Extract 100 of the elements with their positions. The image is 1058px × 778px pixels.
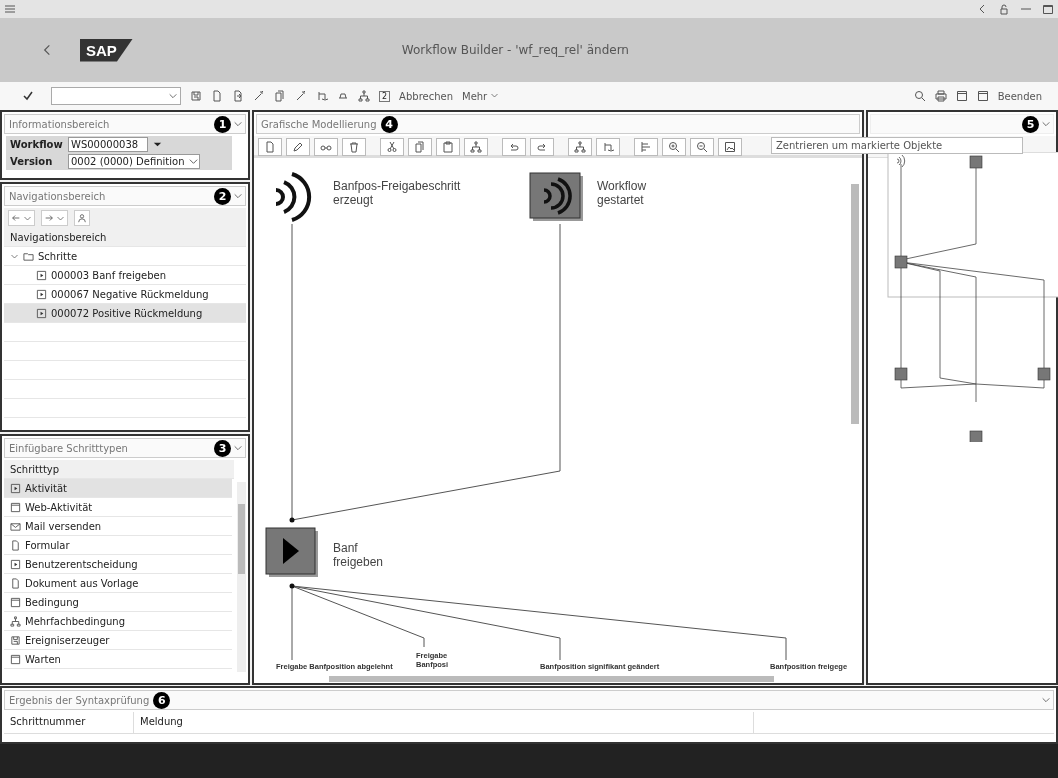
junction-dot — [289, 517, 295, 523]
center-button[interactable]: Zentrieren um markierte Objekte — [771, 137, 1023, 154]
junction-dot — [289, 583, 295, 589]
arrow-left-icon — [11, 213, 21, 223]
logo: SAP — [80, 38, 133, 62]
activity-icon[interactable] — [265, 527, 318, 577]
document-icon — [10, 539, 21, 551]
field-label: Version — [10, 156, 54, 167]
save-icon — [190, 90, 202, 102]
event-box-icon[interactable] — [529, 172, 583, 221]
tool-button[interactable] — [502, 138, 526, 156]
step-type-item[interactable]: Mail versenden — [4, 517, 232, 536]
step-icon — [36, 307, 47, 319]
column-header: Schritttyp — [10, 463, 60, 475]
step-type-item[interactable]: Web-Aktivität — [4, 498, 232, 517]
toolbar-button[interactable]: Abbrechen — [399, 90, 453, 102]
number-key[interactable]: 2 — [379, 90, 391, 102]
menu-icon — [4, 3, 16, 15]
tool-button[interactable] — [436, 138, 460, 156]
node-label: Banfpos-Freigabeschritt erzeugt — [333, 179, 461, 207]
lock-icon — [998, 3, 1010, 15]
trash-icon — [348, 141, 360, 153]
chevron-down-icon — [233, 191, 243, 201]
input-field[interactable]: WS00000038 — [68, 137, 148, 152]
step-type-item[interactable]: Benutzerentscheidung — [4, 555, 232, 574]
chevron-down-icon — [1041, 695, 1051, 705]
tool-button[interactable] — [380, 138, 404, 156]
step-icon — [10, 558, 21, 570]
person-button[interactable] — [74, 210, 90, 226]
window-icon — [10, 596, 21, 608]
step-type-item[interactable]: Formular — [4, 536, 232, 555]
event-icon[interactable] — [275, 172, 312, 222]
chevron-down-icon — [1041, 119, 1051, 129]
window-icon — [10, 501, 21, 513]
step-type-item[interactable]: Mehrfachbedingung — [4, 612, 232, 631]
hierarchy-icon — [358, 90, 370, 102]
tool-button[interactable] — [718, 138, 742, 156]
tool-button[interactable] — [464, 138, 488, 156]
tool-button[interactable] — [690, 138, 714, 156]
person-icon — [77, 213, 87, 223]
select-field[interactable]: 0002 (0000) Definition — [68, 154, 200, 169]
step-type-item[interactable]: Bedingung — [4, 593, 232, 612]
column-header: Meldung — [134, 712, 754, 733]
tool-button[interactable] — [662, 138, 686, 156]
copy-icon — [414, 141, 426, 153]
scissors-icon — [386, 141, 398, 153]
document-arrow-icon — [232, 90, 244, 102]
tree-item[interactable]: Schritte — [4, 247, 246, 266]
window-icon — [976, 90, 989, 102]
node-label: Workflow gestartet — [597, 179, 647, 207]
tool-button[interactable] — [314, 138, 338, 156]
column-header: Navigationsbereich — [10, 231, 107, 243]
undo-icon — [508, 141, 520, 153]
callout-number: 4 — [380, 115, 398, 133]
zoom-in-icon — [668, 141, 680, 153]
printer-icon — [934, 90, 947, 102]
panel-title: Informationsbereich — [9, 118, 110, 130]
image-icon — [724, 141, 736, 153]
tool-button[interactable] — [568, 138, 592, 156]
tool-button[interactable] — [530, 138, 554, 156]
step-type-item[interactable]: Ereigniserzeuger — [4, 631, 232, 650]
back-button[interactable] — [8, 210, 35, 226]
command-field[interactable] — [51, 87, 181, 105]
document-icon — [10, 577, 21, 589]
tree-item[interactable]: 000003 Banf freigeben — [4, 266, 246, 285]
hat-icon — [337, 90, 349, 102]
callout-number: 1 — [214, 115, 231, 133]
window-icon — [955, 90, 968, 102]
step-type-item[interactable]: Warten — [4, 650, 232, 669]
toolbar-button[interactable]: Mehr — [462, 90, 500, 102]
hierarchy-icon — [574, 141, 586, 153]
step-icon — [10, 482, 21, 494]
document-icon — [211, 90, 223, 102]
minimize-icon — [1020, 8, 1032, 10]
chevron-down-icon — [168, 91, 178, 101]
chevron-down-icon — [233, 119, 243, 129]
redo-icon — [536, 141, 548, 153]
hierarchy-icon — [10, 615, 21, 627]
step-type-item[interactable]: Dokument aus Vorlage — [4, 574, 232, 593]
callout-number: 6 — [153, 691, 171, 709]
panel-title: Navigationsbereich — [9, 190, 106, 202]
clipboard-icon — [442, 141, 454, 153]
exit-button[interactable]: Beenden — [997, 90, 1042, 102]
panel-title: Einfügbare Schritttypen — [9, 442, 128, 454]
flow-icon — [316, 90, 328, 102]
chevron-down-icon — [233, 443, 243, 453]
folder-icon — [23, 250, 34, 262]
pencil-icon — [292, 141, 304, 153]
step-type-item[interactable]: Aktivität — [4, 479, 232, 498]
step-icon — [36, 269, 47, 281]
node-label: Banf freigeben — [333, 541, 384, 569]
tool-button[interactable] — [342, 138, 366, 156]
align-icon — [640, 141, 652, 153]
tree-item[interactable]: 000072 Positive Rückmeldung — [4, 304, 246, 323]
scrollbar[interactable] — [237, 482, 246, 672]
mail-icon — [10, 520, 21, 532]
forward-button[interactable] — [41, 210, 68, 226]
tool-button[interactable] — [286, 138, 310, 156]
panel-title: Grafische Modellierung — [261, 118, 377, 130]
panel-title: Ergebnis der Syntaxprüfung — [9, 694, 150, 706]
